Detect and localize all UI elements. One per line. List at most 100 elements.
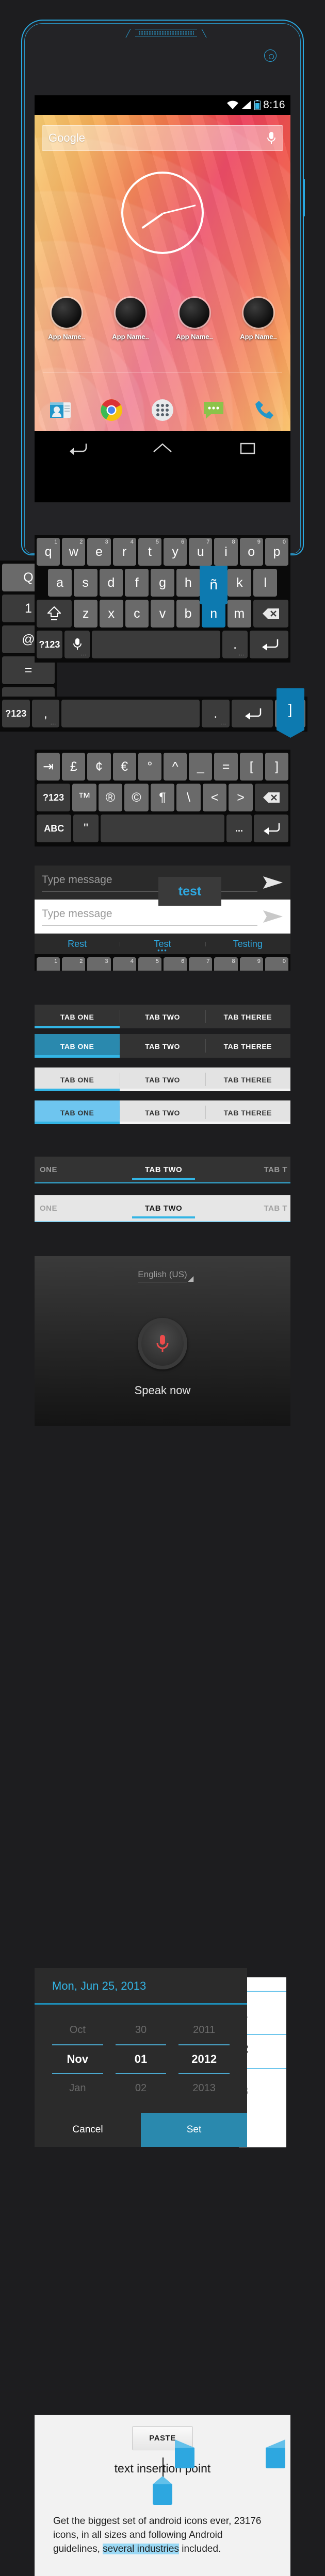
key-a[interactable]: a bbox=[48, 569, 72, 597]
alphabetic-keyboard[interactable]: 1q 2w 3e 4r 5t 6y 7u 8i 9o 0p a s d f g … bbox=[35, 535, 290, 663]
key-backslash[interactable]: \ bbox=[176, 784, 201, 811]
key-r-peek[interactable]: 4 bbox=[112, 957, 136, 971]
symbols-keyboard[interactable]: ⇥ £ ¢ € ° ^ _ = [ ] ?123 ™ ® © ¶ \ < > A… bbox=[35, 750, 290, 846]
period-key-peek[interactable]: . ... bbox=[202, 700, 230, 727]
tab-bar-dark-plain[interactable]: TAB ONE TAB TWO TAB THEREE bbox=[35, 1005, 290, 1028]
shift-key[interactable] bbox=[37, 600, 72, 628]
suggestion-row[interactable]: Rest Test ••• Testing bbox=[35, 934, 290, 954]
day-spinner[interactable]: 30 01 02 bbox=[109, 2018, 173, 2100]
year-spinner[interactable]: 2011 2012 2013 bbox=[172, 2018, 236, 2100]
enter-key-peek[interactable] bbox=[231, 700, 273, 727]
tab-three[interactable]: TAB THEREE bbox=[205, 1067, 290, 1091]
key-u[interactable]: 7u bbox=[189, 538, 213, 566]
selection-handle-right-icon[interactable] bbox=[266, 2439, 285, 2468]
key-degree[interactable]: ° bbox=[138, 753, 162, 781]
tab-two[interactable]: TAB TWO bbox=[120, 1100, 205, 1124]
analog-clock-widget[interactable] bbox=[121, 172, 204, 254]
scroll-tab-center[interactable]: TAB TWO bbox=[122, 1165, 205, 1180]
home-app-item[interactable]: App Name.. bbox=[99, 298, 163, 341]
microphone-icon[interactable] bbox=[266, 131, 277, 145]
date-picker-dialog[interactable]: Mon, Jun 25, 2013 Oct Nov Jan 30 01 02 2… bbox=[35, 1968, 247, 2147]
voice-language-selector[interactable]: English (US) bbox=[138, 1269, 194, 1282]
tab-bar-light-filled[interactable]: TAB ONE TAB TWO TAB THEREE bbox=[35, 1100, 290, 1124]
key-n[interactable]: ñ n bbox=[200, 566, 228, 628]
suggestion-more-dots[interactable]: ••• bbox=[157, 946, 168, 954]
home-app-item[interactable]: App Name.. bbox=[163, 298, 226, 341]
month-next[interactable]: Jan bbox=[46, 2076, 109, 2100]
key-p-peek[interactable]: 0 bbox=[265, 957, 289, 971]
symbols-key[interactable]: ?123 bbox=[37, 631, 62, 658]
key-less-than[interactable]: < bbox=[202, 784, 227, 811]
more-key[interactable]: ... bbox=[226, 815, 252, 842]
day-prev[interactable]: 30 bbox=[109, 2018, 173, 2042]
date-picker-spinners[interactable]: Oct Nov Jan 30 01 02 2011 2012 2013 bbox=[35, 2005, 247, 2113]
caret-handle-icon[interactable] bbox=[153, 2476, 172, 2505]
key-pound[interactable]: £ bbox=[62, 753, 86, 781]
key-k[interactable]: k bbox=[228, 569, 252, 597]
dock-item-chrome[interactable] bbox=[86, 398, 137, 422]
dock-item-people[interactable] bbox=[35, 398, 86, 422]
key-z[interactable]: z bbox=[74, 600, 98, 628]
tab-three[interactable]: TAB THEREE bbox=[205, 1034, 290, 1058]
year-prev[interactable]: 2011 bbox=[172, 2018, 236, 2042]
key-b[interactable]: b bbox=[176, 600, 200, 628]
set-button[interactable]: Set bbox=[141, 2113, 247, 2147]
nav-home-button[interactable] bbox=[120, 442, 205, 455]
symbols-key-peek-2[interactable]: ?123 bbox=[2, 700, 30, 727]
key-q[interactable]: 1q bbox=[37, 538, 60, 566]
key-f[interactable]: f bbox=[125, 569, 149, 597]
volume-button[interactable] bbox=[303, 179, 305, 216]
space-key-peek[interactable] bbox=[61, 700, 200, 727]
voice-input-panel[interactable]: English (US) Speak now bbox=[35, 1256, 290, 1426]
key-e-peek[interactable]: 3 bbox=[87, 957, 111, 971]
tab-one[interactable]: TAB ONE bbox=[35, 1034, 120, 1058]
key-cent[interactable]: ¢ bbox=[87, 753, 111, 781]
message-input-dark[interactable]: Type message bbox=[42, 874, 257, 892]
space-key-2[interactable] bbox=[100, 815, 225, 842]
voice-input-key[interactable]: ... bbox=[64, 631, 90, 658]
selected-text[interactable]: several industries bbox=[103, 2543, 179, 2554]
symbols-toggle-key[interactable]: ?123 bbox=[37, 784, 71, 811]
number-row-peek[interactable]: 1 2 3 4 5 6 7 8 9 0 bbox=[35, 954, 290, 971]
key-v[interactable]: v bbox=[151, 600, 174, 628]
key-pilcrow[interactable]: ¶ bbox=[150, 784, 175, 811]
voice-mic-button[interactable] bbox=[138, 1318, 187, 1369]
date-picker-section[interactable]: 1 2 3 Mon, Jun 25, 2013 Oct Nov Jan 30 0… bbox=[35, 1968, 290, 2147]
key-w-peek[interactable]: 2 bbox=[62, 957, 86, 971]
key-copyright[interactable]: © bbox=[124, 784, 149, 811]
enter-key[interactable] bbox=[250, 631, 289, 658]
tab-two[interactable]: TAB TWO bbox=[120, 1034, 205, 1058]
tab-one[interactable]: TAB ONE bbox=[35, 1100, 120, 1124]
send-icon[interactable] bbox=[263, 909, 283, 924]
scroll-tab-right[interactable]: TAB T bbox=[205, 1204, 288, 1213]
key-bracket-close[interactable]: ] bbox=[265, 753, 289, 781]
key-caret[interactable]: ^ bbox=[164, 753, 187, 781]
key-t-peek[interactable]: 5 bbox=[138, 957, 162, 971]
key-u-peek[interactable]: 7 bbox=[189, 957, 213, 971]
key-l[interactable]: l bbox=[253, 569, 278, 597]
google-search-widget[interactable]: Google bbox=[42, 125, 283, 151]
day-next[interactable]: 02 bbox=[109, 2076, 173, 2100]
home-app-item[interactable]: App Name.. bbox=[226, 298, 290, 341]
dock-item-app-drawer[interactable] bbox=[137, 398, 188, 422]
cancel-button[interactable]: Cancel bbox=[35, 2113, 141, 2147]
tab-bar-dark-filled[interactable]: TAB ONE TAB TWO TAB THEREE bbox=[35, 1034, 290, 1058]
bracket-key[interactable]: ] bbox=[275, 688, 305, 731]
key-q-peek[interactable]: 1 bbox=[37, 957, 60, 971]
tab-one[interactable]: TAB ONE bbox=[35, 1005, 120, 1028]
key-o[interactable]: 9o bbox=[239, 538, 263, 566]
key-t[interactable]: 5t bbox=[138, 538, 162, 566]
delete-key[interactable] bbox=[253, 600, 288, 628]
suggestion-item-test[interactable]: Test ••• bbox=[120, 939, 205, 954]
nav-recents-button[interactable] bbox=[205, 442, 290, 455]
key-m[interactable]: m bbox=[227, 600, 251, 628]
key-i[interactable]: 8i bbox=[214, 538, 238, 566]
scrollable-tab-bar-dark[interactable]: ONE TAB TWO TAB T bbox=[35, 1157, 290, 1183]
tab-three[interactable]: TAB THEREE bbox=[205, 1100, 290, 1124]
tab-key[interactable]: ⇥ bbox=[37, 753, 60, 781]
key-g[interactable]: g bbox=[151, 569, 174, 597]
tab-two[interactable]: TAB TWO bbox=[120, 1005, 205, 1028]
tab-bar-light-plain[interactable]: TAB ONE TAB TWO TAB THEREE bbox=[35, 1067, 290, 1091]
nav-back-button[interactable] bbox=[35, 442, 120, 455]
abc-key[interactable]: ABC bbox=[37, 815, 72, 842]
